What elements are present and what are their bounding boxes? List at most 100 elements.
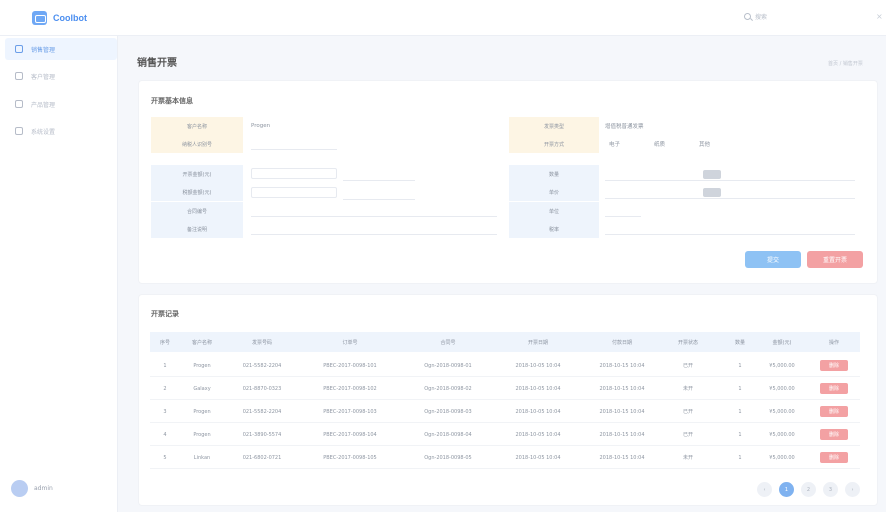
- cell-index: 5: [163, 454, 167, 461]
- sidebar-item-label: 销售管理: [31, 46, 56, 54]
- contract-no-input[interactable]: [251, 206, 497, 217]
- cell-contract-no: Ogn-2018-0098-01: [424, 362, 472, 369]
- customer-label: 客户名称: [151, 117, 243, 135]
- amount-b-extra[interactable]: [343, 189, 415, 200]
- tax-label: 税率: [509, 220, 599, 238]
- cell-invoice-date: 2018-10-05 10:04: [515, 454, 561, 461]
- cell-customer: Progen: [193, 362, 211, 369]
- amount-a-input[interactable]: [251, 168, 337, 179]
- sidebar-item-label: 客户管理: [31, 73, 56, 81]
- sidebar-item-label: 系统设置: [31, 128, 56, 136]
- sidebar-item-products[interactable]: 产品管理: [5, 93, 117, 115]
- invoice-kind-options: 电子 纸质 其他: [609, 135, 710, 153]
- cell-pay-date: 2018-10-15 10:04: [599, 454, 645, 461]
- page-2-button[interactable]: 2: [801, 482, 816, 497]
- unit-input[interactable]: [605, 206, 641, 217]
- price-toggle[interactable]: [703, 188, 721, 197]
- user-name: admin: [34, 485, 53, 492]
- cell-order-no: PBEC-2017-0098-104: [323, 431, 377, 438]
- remark-input[interactable]: [251, 224, 497, 235]
- option-paper[interactable]: 纸质: [654, 140, 665, 148]
- prev-page-button[interactable]: ‹: [757, 482, 772, 497]
- cell-status: 未开: [682, 386, 693, 392]
- close-icon[interactable]: ×: [876, 12, 883, 21]
- delete-row-button[interactable]: 删除: [820, 452, 848, 463]
- document-icon: [15, 45, 23, 53]
- breadcrumb[interactable]: 首页 / 销售开票: [828, 60, 863, 67]
- search-icon: [744, 13, 751, 20]
- cell-pay-date: 2018-10-15 10:04: [599, 431, 645, 438]
- cell-status: 已开: [682, 363, 693, 369]
- sidebar: 销售管理 客户管理 产品管理 系统设置 admin: [0, 36, 118, 512]
- cell-status: 未开: [682, 455, 693, 461]
- cell-order-no: PBEC-2017-0098-105: [323, 454, 377, 461]
- table-row: 2 Galaxy 021-8870-0323 PBEC-2017-0098-102 Og…: [150, 377, 860, 400]
- col-invoice-no: 发票号码: [251, 339, 272, 346]
- cell-index: 1: [163, 362, 167, 369]
- table-row: 3 Progen 021-5582-2204 PBEC-2017-0098-103 Og…: [150, 400, 860, 423]
- tax-no-input[interactable]: [251, 139, 337, 150]
- delete-row-button[interactable]: 删除: [820, 383, 848, 394]
- next-page-button[interactable]: ›: [845, 482, 860, 497]
- amount-a-extra[interactable]: [343, 170, 415, 181]
- app-name: Coolbot: [53, 13, 87, 23]
- top-bar: Coolbot 搜索 ×: [0, 0, 886, 36]
- cell-invoice-no: 021-5582-2204: [242, 408, 282, 415]
- delete-row-button[interactable]: 删除: [820, 360, 848, 371]
- users-icon: [15, 72, 23, 80]
- amount-b-input[interactable]: [251, 187, 337, 198]
- col-pay-date: 付款日期: [611, 339, 632, 346]
- delete-row-button[interactable]: 删除: [820, 406, 848, 417]
- cell-amount: ¥5,000.00: [769, 431, 795, 438]
- app-logo[interactable]: Coolbot: [32, 11, 87, 25]
- page-1-button[interactable]: 1: [779, 482, 794, 497]
- qty-toggle[interactable]: [703, 170, 721, 179]
- qty-label: 数量: [509, 165, 599, 183]
- cell-contract-no: Ogn-2018-0098-05: [424, 454, 472, 461]
- cell-amount: ¥5,000.00: [769, 454, 795, 461]
- sidebar-item-sales[interactable]: 销售管理: [5, 38, 117, 60]
- qty-input[interactable]: [605, 170, 855, 181]
- table-header: 序号 客户名称 发票号码 订单号 合同号 开票日期 付款日期 开票状态 数量 金…: [150, 332, 860, 352]
- cell-order-no: PBEC-2017-0098-103: [323, 408, 377, 415]
- cell-customer: Progen: [193, 408, 211, 415]
- price-input[interactable]: [605, 188, 855, 199]
- delete-row-button[interactable]: 删除: [820, 429, 848, 440]
- amount-b-label: 税额金额(元): [151, 183, 243, 201]
- option-electronic[interactable]: 电子: [609, 140, 620, 148]
- cell-amount: ¥5,000.00: [769, 385, 795, 392]
- cell-invoice-no: 021-8870-0323: [242, 385, 282, 392]
- gear-icon: [15, 127, 23, 135]
- cell-order-no: PBEC-2017-0098-102: [323, 385, 377, 392]
- cell-invoice-no: 021-6802-0721: [242, 454, 282, 461]
- tax-input[interactable]: [605, 224, 855, 235]
- invoice-type-value[interactable]: 增值税普通发票: [605, 117, 644, 135]
- cell-pay-date: 2018-10-15 10:04: [599, 385, 645, 392]
- submit-button[interactable]: 提交: [745, 251, 801, 268]
- cell-invoice-date: 2018-10-05 10:04: [515, 408, 561, 415]
- cell-index: 2: [163, 385, 167, 392]
- user-profile[interactable]: admin: [11, 480, 53, 497]
- col-contract-no: 合同号: [440, 339, 456, 346]
- cell-status: 已开: [682, 409, 693, 415]
- cell-pay-date: 2018-10-15 10:04: [599, 408, 645, 415]
- cell-invoice-date: 2018-10-05 10:04: [515, 362, 561, 369]
- search-box[interactable]: 搜索: [744, 12, 767, 21]
- sidebar-item-settings[interactable]: 系统设置: [5, 120, 117, 142]
- col-actions: 操作: [828, 339, 839, 346]
- page-3-button[interactable]: 3: [823, 482, 838, 497]
- cell-invoice-date: 2018-10-05 10:04: [515, 431, 561, 438]
- cell-amount: ¥5,000.00: [769, 408, 795, 415]
- sidebar-item-label: 产品管理: [31, 101, 56, 109]
- option-other[interactable]: 其他: [699, 140, 710, 148]
- price-label: 单价: [509, 183, 599, 201]
- cell-index: 3: [163, 408, 167, 415]
- cell-invoice-date: 2018-10-05 10:04: [515, 385, 561, 392]
- col-customer: 客户名称: [191, 339, 212, 346]
- page-title: 销售开票: [137, 58, 177, 69]
- cell-contract-no: Ogn-2018-0098-04: [424, 431, 472, 438]
- reset-button[interactable]: 重置开票: [807, 251, 863, 268]
- sidebar-item-customers[interactable]: 客户管理: [5, 65, 117, 87]
- cell-customer: Linkan: [193, 454, 211, 461]
- cell-status: 已开: [682, 432, 693, 438]
